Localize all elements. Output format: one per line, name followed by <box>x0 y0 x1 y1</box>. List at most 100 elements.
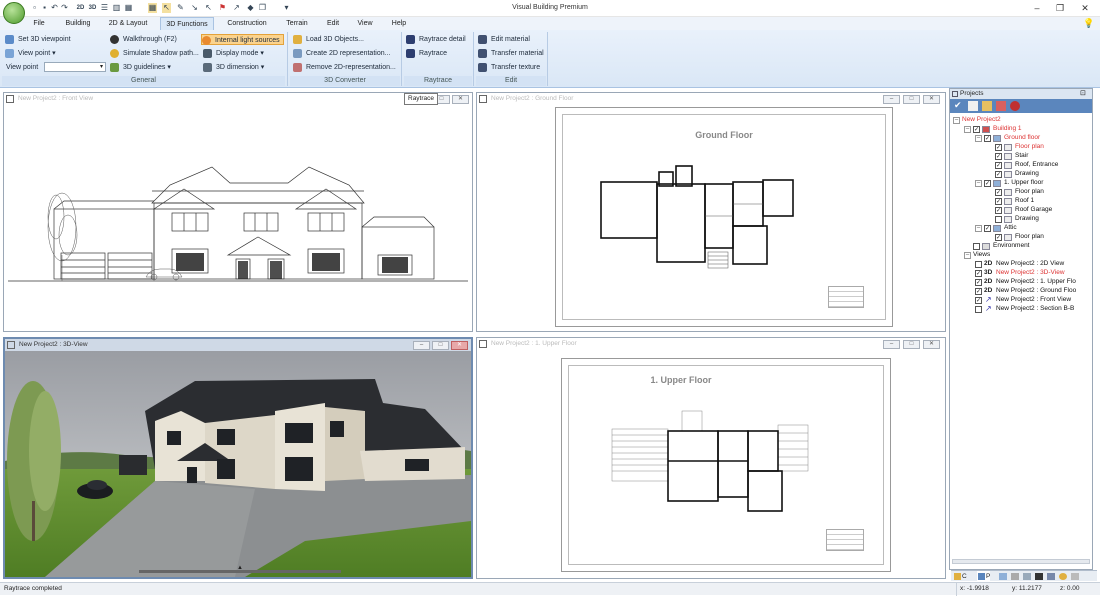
camera-tab-icon[interactable] <box>1035 573 1043 580</box>
tree-item-view[interactable]: New Project2 : Ground Floo <box>996 286 1076 295</box>
checkbox[interactable]: ✓ <box>995 198 1002 205</box>
tree-item-floor-plan[interactable]: Floor plan <box>1015 187 1044 196</box>
measure-tool-icon[interactable]: ↘ <box>190 3 199 13</box>
tree-item-drawing[interactable]: Drawing <box>1015 214 1039 223</box>
tree-item-view[interactable]: New Project2 : Front View <box>996 295 1071 304</box>
checkbox[interactable] <box>973 243 980 250</box>
transfer-material-button[interactable]: Transfer material <box>478 48 544 59</box>
settings-tab-icon[interactable] <box>1071 573 1079 580</box>
collapse-toggle[interactable]: – <box>964 126 971 133</box>
checkbox[interactable]: ✓ <box>984 225 991 232</box>
checkbox[interactable]: ✓ <box>995 144 1002 151</box>
checkmark-icon[interactable]: ✔ <box>954 100 962 111</box>
create-2d-representation-button[interactable]: Create 2D representation... <box>293 48 390 59</box>
paint-tool-icon[interactable]: ◆ <box>246 3 255 13</box>
tree-horizontal-scrollbar[interactable] <box>952 559 1090 564</box>
minimize-viewport-button[interactable]: – <box>413 341 430 350</box>
panel-tab-c[interactable]: C <box>953 571 967 582</box>
tree-item-upper-floor[interactable]: 1. Upper floor <box>1004 178 1043 187</box>
tile-windows-icon[interactable]: ▦ <box>124 3 133 13</box>
tree-item-floor-plan[interactable]: Floor plan <box>1015 232 1044 241</box>
tree-item-ground-floor[interactable]: Ground floor <box>1004 133 1040 142</box>
walkthrough-button[interactable]: Walkthrough (F2) <box>110 34 177 45</box>
tab-help[interactable]: Help <box>386 17 412 30</box>
customize-toolbar-icon[interactable]: ▾ <box>282 3 291 13</box>
tree-item-view[interactable]: New Project2 : 2D View <box>996 259 1064 268</box>
minimize-viewport-button[interactable]: – <box>883 340 900 349</box>
checkbox[interactable] <box>975 261 982 268</box>
new-folder-icon[interactable] <box>982 101 992 111</box>
checkbox[interactable] <box>995 216 1002 223</box>
panel-tab-p[interactable]: P <box>977 571 991 582</box>
new-file-icon[interactable]: ▫ <box>30 3 39 13</box>
minimize-viewport-button[interactable]: – <box>883 95 900 104</box>
maximize-viewport-button[interactable]: □ <box>432 341 449 350</box>
upper-floor-viewport[interactable]: New Project2 : 1. Upper Floor – □ ✕ 1. U… <box>476 337 946 579</box>
view-point-select[interactable]: ▾ <box>44 62 106 72</box>
internal-light-sources-button[interactable]: Internal light sources <box>201 34 284 45</box>
application-menu-button[interactable] <box>3 2 25 24</box>
split-vertical-icon[interactable]: ▥ <box>112 3 121 13</box>
collapse-toggle[interactable]: – <box>975 225 982 232</box>
load-3d-objects-button[interactable]: Load 3D Objects... <box>293 34 364 45</box>
tab-edit[interactable]: Edit <box>322 17 344 30</box>
checkbox[interactable]: ✓ <box>995 207 1002 214</box>
tree-item-view[interactable]: New Project2 : 1. Upper Flo <box>996 277 1076 286</box>
edit-material-button[interactable]: Edit material <box>478 34 530 45</box>
checkbox[interactable]: ✓ <box>975 297 982 304</box>
3d-view-icon[interactable]: 3D <box>88 3 97 13</box>
tree-item-project[interactable]: New Project2 <box>962 115 1001 124</box>
maximize-viewport-button[interactable]: □ <box>903 95 920 104</box>
raytrace-button[interactable]: Raytrace <box>406 48 447 59</box>
grid-tool-icon[interactable]: ▦ <box>148 3 157 13</box>
checkbox[interactable]: ✓ <box>995 234 1002 241</box>
stop-icon[interactable] <box>1010 101 1020 111</box>
checkbox[interactable]: ✓ <box>984 135 991 142</box>
tab-3d-functions[interactable]: 3D Functions <box>160 17 214 30</box>
save-icon[interactable]: ▪ <box>40 3 49 13</box>
remove-2d-representation-button[interactable]: Remove 2D-representation... <box>293 62 396 73</box>
redo-icon[interactable]: ↷ <box>60 3 69 13</box>
split-horizontal-icon[interactable]: ☰ <box>100 3 109 13</box>
flag-tool-icon[interactable]: ⚑ <box>218 3 227 13</box>
display-mode-dropdown[interactable]: Display mode ▾ <box>203 48 264 59</box>
checkbox[interactable]: ✓ <box>995 189 1002 196</box>
collapse-toggle[interactable]: – <box>964 252 971 259</box>
layers-tab-icon[interactable] <box>999 573 1007 580</box>
simulate-shadow-button[interactable]: Simulate Shadow path... <box>110 48 199 59</box>
tab-terrain[interactable]: Terrain <box>280 17 314 30</box>
close-viewport-button[interactable]: ✕ <box>923 95 940 104</box>
tree-item-drawing[interactable]: Drawing <box>1015 169 1039 178</box>
tab-view[interactable]: View <box>352 17 378 30</box>
tree-item-view[interactable]: New Project2 : 3D-View <box>996 268 1065 277</box>
close-viewport-button[interactable]: ✕ <box>452 95 469 104</box>
close-icon[interactable]: ✕ <box>1078 2 1092 14</box>
raytrace-detail-button[interactable]: Raytrace detail <box>406 34 466 45</box>
3d-view-viewport[interactable]: New Project2 : 3D-View – □ ✕ ▲ <box>3 337 473 579</box>
checkbox[interactable]: ✓ <box>995 162 1002 169</box>
collapse-toggle[interactable]: – <box>975 135 982 142</box>
tab-building[interactable]: Building <box>60 17 96 30</box>
checkbox[interactable]: ✓ <box>975 279 982 286</box>
objects-tab-icon[interactable] <box>1011 573 1019 580</box>
checkbox[interactable]: ✓ <box>995 171 1002 178</box>
properties-tab-icon[interactable] <box>1023 573 1031 580</box>
2d-view-icon[interactable]: 2D <box>76 3 85 13</box>
delete-icon[interactable] <box>996 101 1006 111</box>
pointer-tool-icon[interactable]: ↗ <box>232 3 241 13</box>
tree-item-roof-entrance[interactable]: Roof, Entrance <box>1015 160 1058 169</box>
copy-tool-icon[interactable]: ❐ <box>258 3 267 13</box>
3d-guidelines-dropdown[interactable]: 3D guidelines ▾ <box>110 62 171 73</box>
tree-item-stair[interactable]: Stair <box>1015 151 1028 160</box>
maximize-viewport-button[interactable]: □ <box>903 340 920 349</box>
close-viewport-button[interactable]: ✕ <box>451 341 468 350</box>
sun-tab-icon[interactable] <box>1059 573 1067 580</box>
checkbox[interactable]: ✓ <box>984 180 991 187</box>
undo-icon[interactable]: ↶ <box>50 3 59 13</box>
restore-icon[interactable]: ❐ <box>1053 2 1067 14</box>
select-tool-icon[interactable]: ↖ <box>162 3 171 13</box>
tree-item-roof-1[interactable]: Roof 1 <box>1015 196 1034 205</box>
collapse-toggle[interactable]: – <box>975 180 982 187</box>
tree-item-attic[interactable]: Attic <box>1004 223 1017 232</box>
ground-floor-viewport[interactable]: New Project2 : Ground Floor – □ ✕ Ground… <box>476 92 946 332</box>
